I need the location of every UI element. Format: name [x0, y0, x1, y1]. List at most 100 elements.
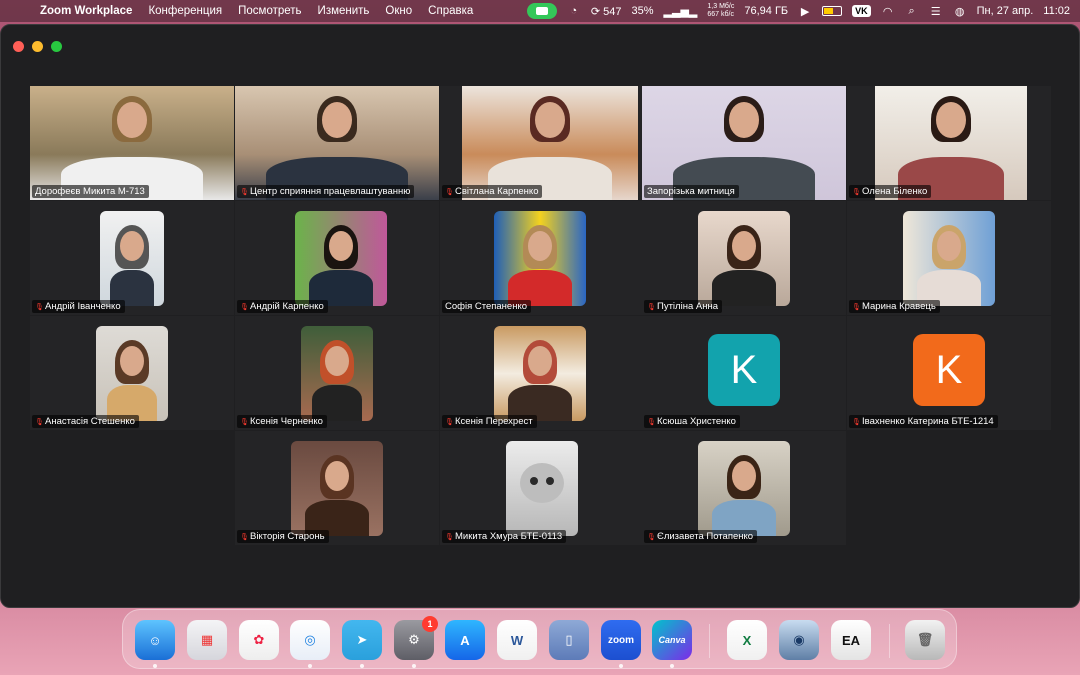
participant-tile[interactable]: Запорізька митниця	[642, 86, 846, 200]
participant-name: Марина Кравець	[862, 301, 936, 312]
app-name-menu[interactable]: Zoom Workplace	[40, 5, 132, 17]
dock-telegram-icon[interactable]: ➤	[342, 620, 382, 660]
dock-word-icon[interactable]: W	[497, 620, 537, 660]
participant-tile[interactable]: 🎙 Центр сприяння працевлаштуванню	[235, 86, 439, 200]
participant-video	[875, 86, 1027, 200]
dock-trash-icon[interactable]: 🗑	[905, 620, 945, 660]
participant-tile[interactable]: 🎙 Олена Біленко	[847, 86, 1051, 200]
participant-avatar-letter: K	[913, 334, 985, 406]
dock-system-settings-icon[interactable]: ⚙ 1	[394, 616, 438, 660]
network-stats[interactable]: 1,3 Мб/с 667 kб/с	[707, 3, 734, 19]
play-icon[interactable]: ▶	[798, 5, 812, 18]
participant-tile[interactable]: 🎙 Андрій Карпенко	[235, 201, 439, 315]
muted-mic-icon: 🎙	[240, 533, 249, 541]
muted-mic-icon: 🎙	[445, 533, 454, 541]
dock-zoom-icon[interactable]: zoom	[601, 620, 641, 660]
minimize-window-button[interactable]	[32, 41, 43, 52]
participant-photo	[698, 441, 790, 536]
participant-name-label: 🎙 Андрій Іванченко	[32, 300, 125, 313]
menu-help[interactable]: Справка	[428, 5, 473, 17]
cpu-graph-icon: ▂▃▅▂	[663, 5, 698, 18]
participant-tile[interactable]: 🎙 Єлизавета Потапенко	[642, 431, 846, 545]
participant-name-label: 🎙 Анастасія Стешенко	[32, 415, 139, 428]
participant-tile[interactable]: 🎙 Ксенія Черненко	[235, 316, 439, 430]
participant-tile[interactable]: 🎙 Микита Хмура БТЕ-0113	[440, 431, 644, 545]
dock-finder-icon[interactable]: ☺	[135, 620, 175, 660]
menu-bar: Zoom Workplace Конференция Посмотреть Из…	[0, 0, 1080, 22]
participant-name-label: Дорофеєв Микита М-713	[32, 185, 149, 198]
network-up: 1,3 Мб/с	[707, 3, 735, 10]
dock: ☺ ▦ ✿ ◎ ➤ ⚙ 1 A W ▯ zoom Canva X ◉ EA 🗑	[122, 609, 957, 669]
dock-photos-icon[interactable]: ✿	[239, 620, 279, 660]
notification-icon[interactable]: ◔	[567, 5, 581, 17]
participant-name-label: Софія Степаненко	[442, 300, 531, 313]
participant-name-label: 🎙 Ксенія Черненко	[237, 415, 327, 428]
cpu-count[interactable]: ⟳ 547	[591, 5, 622, 18]
participant-tile[interactable]: 🎙 Ксенія Перехрест	[440, 316, 644, 430]
participant-video	[462, 86, 638, 200]
participant-tile[interactable]: 🎙 Анастасія Стешенко	[30, 316, 234, 430]
storage-value[interactable]: 76,94 ГБ	[744, 5, 788, 17]
dock-ea-icon[interactable]: EA	[831, 620, 871, 660]
running-indicator	[670, 664, 674, 668]
dock-icon-glyph: 🗑	[916, 632, 934, 647]
dock-icon-glyph: zoom	[607, 634, 635, 646]
participant-photo	[301, 326, 373, 421]
participant-name-label: 🎙 Івахненко Катерина БТЕ-1214	[849, 415, 998, 428]
fullscreen-window-button[interactable]	[51, 41, 62, 52]
dock-separator	[709, 624, 710, 658]
vk-icon[interactable]: VK	[852, 5, 871, 17]
participant-photo	[506, 441, 578, 536]
participant-name: Дорофеєв Микита М-713	[35, 186, 145, 197]
participant-name-label: 🎙 Єлизавета Потапенко	[644, 530, 758, 543]
muted-mic-icon: 🎙	[647, 533, 656, 541]
participant-tile[interactable]: K 🎙 Івахненко Катерина БТЕ-1214	[847, 316, 1051, 430]
dock-excel-icon[interactable]: X	[727, 620, 767, 660]
participant-tile[interactable]: 🎙 Вікторія Старонь	[235, 431, 439, 545]
wifi-icon[interactable]: ◠	[881, 5, 895, 18]
menu-view[interactable]: Посмотреть	[238, 5, 301, 17]
close-window-button[interactable]	[13, 41, 24, 52]
menu-conference[interactable]: Конференция	[148, 5, 222, 17]
participant-name-label: 🎙 Ксенія Перехрест	[442, 415, 537, 428]
dock-disk-utility-icon[interactable]: ◉	[779, 620, 819, 660]
participant-tile[interactable]: 🎙 Андрій Іванченко	[30, 201, 234, 315]
participant-name-label: 🎙 Микита Хмура БТЕ-0113	[442, 530, 567, 543]
menu-edit[interactable]: Изменить	[318, 5, 370, 17]
siri-icon[interactable]: ◍	[953, 5, 967, 18]
menubar-time[interactable]: 11:02	[1043, 5, 1070, 17]
participant-name-label: 🎙 Світлана Карпенко	[442, 185, 543, 198]
participant-name: Центр сприяння працевлаштуванню	[250, 186, 411, 197]
search-icon[interactable]: ⌕	[905, 5, 919, 18]
participant-name: Ксенія Перехрест	[455, 416, 533, 427]
participant-tile[interactable]: 🎙 Путіліна Анна	[642, 201, 846, 315]
dock-icon-glyph: A	[460, 632, 470, 648]
notification-badge: 1	[422, 616, 438, 632]
menu-window[interactable]: Окно	[385, 5, 412, 17]
battery-icon[interactable]	[822, 6, 843, 16]
cpu-percent[interactable]: 35%	[632, 5, 654, 17]
participant-name: Софія Степаненко	[445, 301, 527, 312]
participant-tile[interactable]: K 🎙 Ксюша Христенко	[642, 316, 846, 430]
participant-photo	[698, 211, 790, 306]
participant-tile[interactable]: Софія Степаненко	[440, 201, 644, 315]
dock-simulator-icon[interactable]: ▯	[549, 620, 589, 660]
dock-app-store-icon[interactable]: A	[445, 620, 485, 660]
participant-tile[interactable]: 🎙 Марина Кравець	[847, 201, 1051, 315]
zoom-video-status-icon[interactable]	[526, 3, 557, 19]
dock-icon-glyph: ✿	[253, 632, 265, 647]
muted-mic-icon: 🎙	[445, 188, 454, 196]
dock-launchpad-icon[interactable]: ▦	[187, 620, 227, 660]
dock-canva-icon[interactable]: Canva	[652, 620, 692, 660]
window-controls	[13, 41, 62, 52]
running-indicator	[360, 664, 364, 668]
dock-safari-icon[interactable]: ◎	[290, 620, 330, 660]
control-center-icon[interactable]: ☰	[929, 5, 943, 18]
menubar-date[interactable]: Пн, 27 апр.	[977, 5, 1034, 17]
participant-tile[interactable]: 🎙 Світлана Карпенко	[440, 86, 644, 200]
running-indicator	[619, 664, 623, 668]
participant-name: Ксюша Христенко	[657, 416, 736, 427]
participant-video	[30, 86, 234, 200]
participant-tile[interactable]: Дорофеєв Микита М-713	[30, 86, 234, 200]
muted-mic-icon: 🎙	[240, 188, 249, 196]
